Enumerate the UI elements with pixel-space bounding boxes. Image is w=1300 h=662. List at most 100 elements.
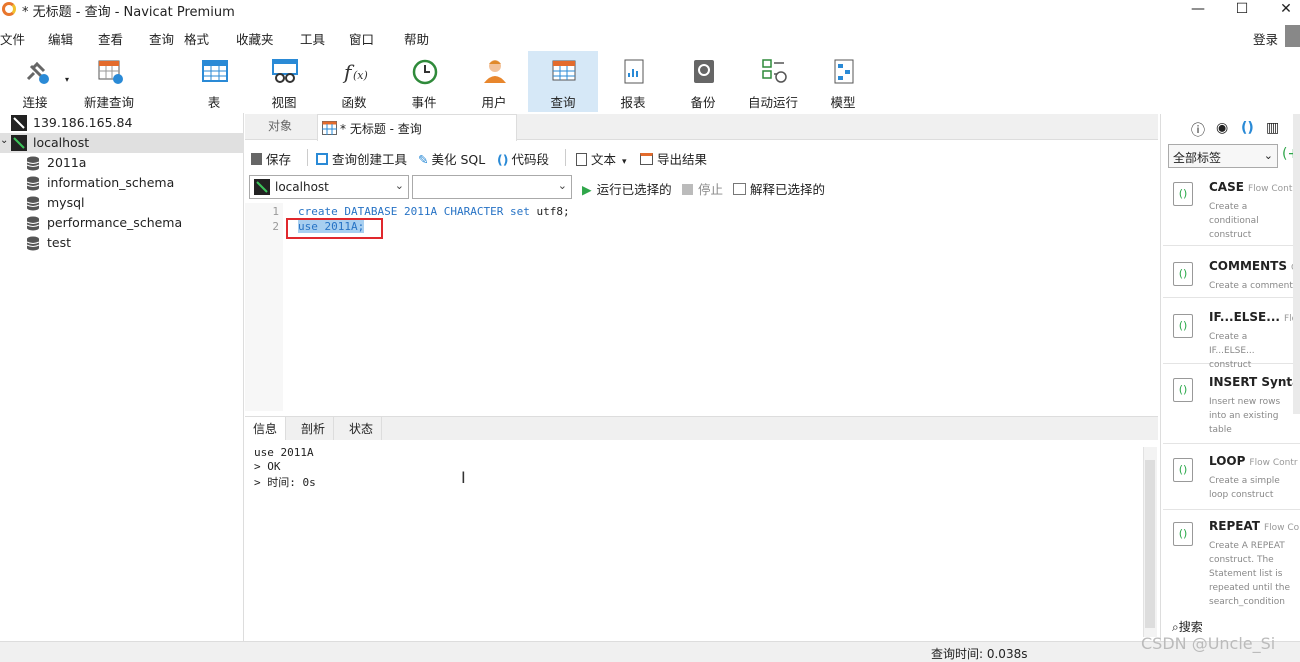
document-tab-bar: 对象 * 无标题 - 查询 [245, 114, 1158, 141]
tab-untitled-query[interactable]: * 无标题 - 查询 [317, 114, 517, 141]
tree-database-information-schema[interactable]: information_schema [0, 173, 244, 193]
explain-selected-button[interactable]: 解释已选择的 [733, 179, 825, 198]
export-results-button[interactable]: 导出结果 [640, 149, 707, 168]
menu-favorites[interactable]: 收藏夹 [236, 29, 274, 48]
toolbar-report-button[interactable]: 报表 [598, 51, 668, 112]
snippet-item-comments[interactable]: () COMMENTSC Create a comment [1163, 250, 1300, 298]
result-scrollbar-thumb[interactable] [1145, 460, 1155, 628]
connection-tree: 139.186.165.84 ⌄ localhost 2011a informa… [0, 113, 244, 642]
tree-database-mysql[interactable]: mysql [0, 193, 244, 213]
stop-button[interactable]: 停止 [682, 179, 723, 198]
connection-select[interactable]: localhost ⌄ [249, 175, 409, 199]
snippet-file-icon: () [1173, 314, 1193, 338]
new-query-icon [98, 60, 123, 84]
connection-active-icon [254, 179, 270, 195]
save-button[interactable]: 保存 [251, 149, 291, 168]
svg-text:(x): (x) [353, 69, 368, 82]
snippet-file-icon: () [1173, 522, 1193, 546]
avatar[interactable] [1285, 25, 1300, 47]
tab-objects[interactable]: 对象 [245, 114, 315, 140]
tab-profile[interactable]: 剖析 [293, 417, 335, 441]
query-icon [552, 60, 576, 81]
snippet-search[interactable]: ⌕搜索 [1172, 618, 1203, 635]
message-line: > OK [254, 460, 281, 473]
tree-database-2011a[interactable]: 2011a [0, 153, 244, 173]
line-number-gutter: 1 2 [245, 203, 283, 411]
database-icon [26, 216, 40, 231]
snippet-file-icon: () [1173, 458, 1193, 482]
snippet-item-case[interactable]: () CASE Flow Contr Create a conditional c… [1163, 172, 1300, 246]
tag-filter-select[interactable]: 全部标签 ⌄ [1168, 144, 1278, 168]
title-bar: * 无标题 - 查询 - Navicat Premium — ☐ ✕ [0, 0, 1300, 20]
snippet-file-icon: () [1173, 182, 1193, 206]
menu-help[interactable]: 帮助 [404, 29, 429, 48]
login-button[interactable]: 登录 [1253, 29, 1278, 48]
menu-window[interactable]: 窗口 [349, 29, 374, 48]
database-icon [26, 156, 40, 171]
menu-format[interactable]: 格式 [184, 29, 209, 48]
tab-status[interactable]: 状态 [341, 417, 383, 441]
menu-query[interactable]: 查询 [149, 29, 174, 48]
toolbar-connect-button[interactable]: 连接 [0, 51, 70, 112]
tab-message[interactable]: 信息 [245, 417, 287, 441]
menu-tools[interactable]: 工具 [300, 29, 325, 48]
snippet-item-loop[interactable]: () LOOP Flow Contr Create a simple loop c… [1163, 448, 1300, 510]
toolbar-query-button[interactable]: 查询 [528, 51, 598, 112]
user-icon [484, 60, 506, 83]
menu-edit[interactable]: 编辑 [48, 29, 73, 48]
chevron-down-icon: ⌄ [557, 179, 567, 192]
toolbar-function-button[interactable]: f (x) 函数 [319, 51, 389, 112]
line-number: 1 [272, 205, 279, 218]
tree-database-test[interactable]: test [0, 233, 244, 253]
snippet-icon[interactable]: () [1241, 120, 1254, 136]
columns-icon[interactable]: ▥ [1266, 120, 1279, 136]
snippet-item-if-else[interactable]: () IF...ELSE...Flow Create a IF...ELSE..… [1163, 302, 1300, 370]
highlight-annotation-box [286, 218, 383, 239]
beautify-sql-button[interactable]: ✎ 美化 SQL [418, 149, 485, 168]
text-cursor-icon: I [461, 468, 466, 487]
toolbar-table-button[interactable]: 表 [179, 51, 249, 112]
toolbar-event-button[interactable]: 事件 [389, 51, 459, 112]
snippet-item-repeat[interactable]: () REPEAT Flow Co Create A REPEAT constru… [1163, 514, 1300, 610]
code-snippet-button[interactable]: () 代码段 [497, 149, 549, 168]
plug-icon [26, 61, 49, 84]
chevron-down-icon[interactable]: ⌄ [0, 135, 8, 146]
snippet-item-insert-syntax[interactable]: () INSERT Syntax Insert new rows into an… [1163, 368, 1300, 444]
toolbar-model-button[interactable]: 模型 [808, 51, 878, 112]
message-line: use 2011A [254, 446, 314, 459]
chevron-down-icon: ▾ [622, 157, 627, 167]
toolbar-view-button[interactable]: 视图 [249, 51, 319, 112]
divider [565, 149, 566, 166]
tree-database-performance-schema[interactable]: performance_schema [0, 213, 244, 233]
text-mode-button[interactable]: 文本 ▾ [576, 149, 627, 168]
model-icon [834, 59, 854, 84]
line-number: 2 [272, 220, 279, 233]
connect-dropdown-chevron-icon[interactable]: ▾ [65, 75, 69, 84]
menu-bar: 文件 编辑 查看 查询 格式 收藏夹 工具 窗口 帮助 [0, 27, 1300, 47]
explain-icon [733, 183, 746, 195]
snippet-icon: () [497, 152, 509, 167]
snippet-scrollbar[interactable] [1293, 114, 1300, 414]
query-builder-button[interactable]: 查询创建工具 [316, 149, 407, 168]
tree-connection-localhost[interactable]: ⌄ localhost [0, 133, 244, 153]
menu-view[interactable]: 查看 [98, 29, 123, 48]
stop-icon [682, 184, 693, 195]
info-icon[interactable]: ⓘ [1191, 120, 1205, 140]
eye-icon[interactable]: ◉ [1216, 120, 1228, 136]
table-icon [202, 60, 228, 82]
play-icon: ▶ [582, 182, 592, 197]
menu-file[interactable]: 文件 [0, 29, 25, 48]
database-select[interactable]: ⌄ [412, 175, 572, 199]
minimize-button[interactable]: — [1178, 0, 1218, 20]
toolbar-automation-button[interactable]: 自动运行 [738, 51, 808, 112]
chevron-down-icon: ⌄ [1263, 149, 1273, 162]
database-icon [26, 196, 40, 211]
toolbar-new-query-button[interactable]: 新建查询 [74, 51, 144, 112]
close-button[interactable]: ✕ [1266, 0, 1300, 20]
toolbar-backup-button[interactable]: 备份 [668, 51, 738, 112]
run-selected-button[interactable]: ▶ 运行已选择的 [582, 179, 672, 198]
tree-connection-remote[interactable]: 139.186.165.84 [0, 113, 244, 133]
maximize-button[interactable]: ☐ [1222, 0, 1262, 20]
snippet-file-icon: () [1173, 378, 1193, 402]
toolbar-user-button[interactable]: 用户 [459, 51, 529, 112]
